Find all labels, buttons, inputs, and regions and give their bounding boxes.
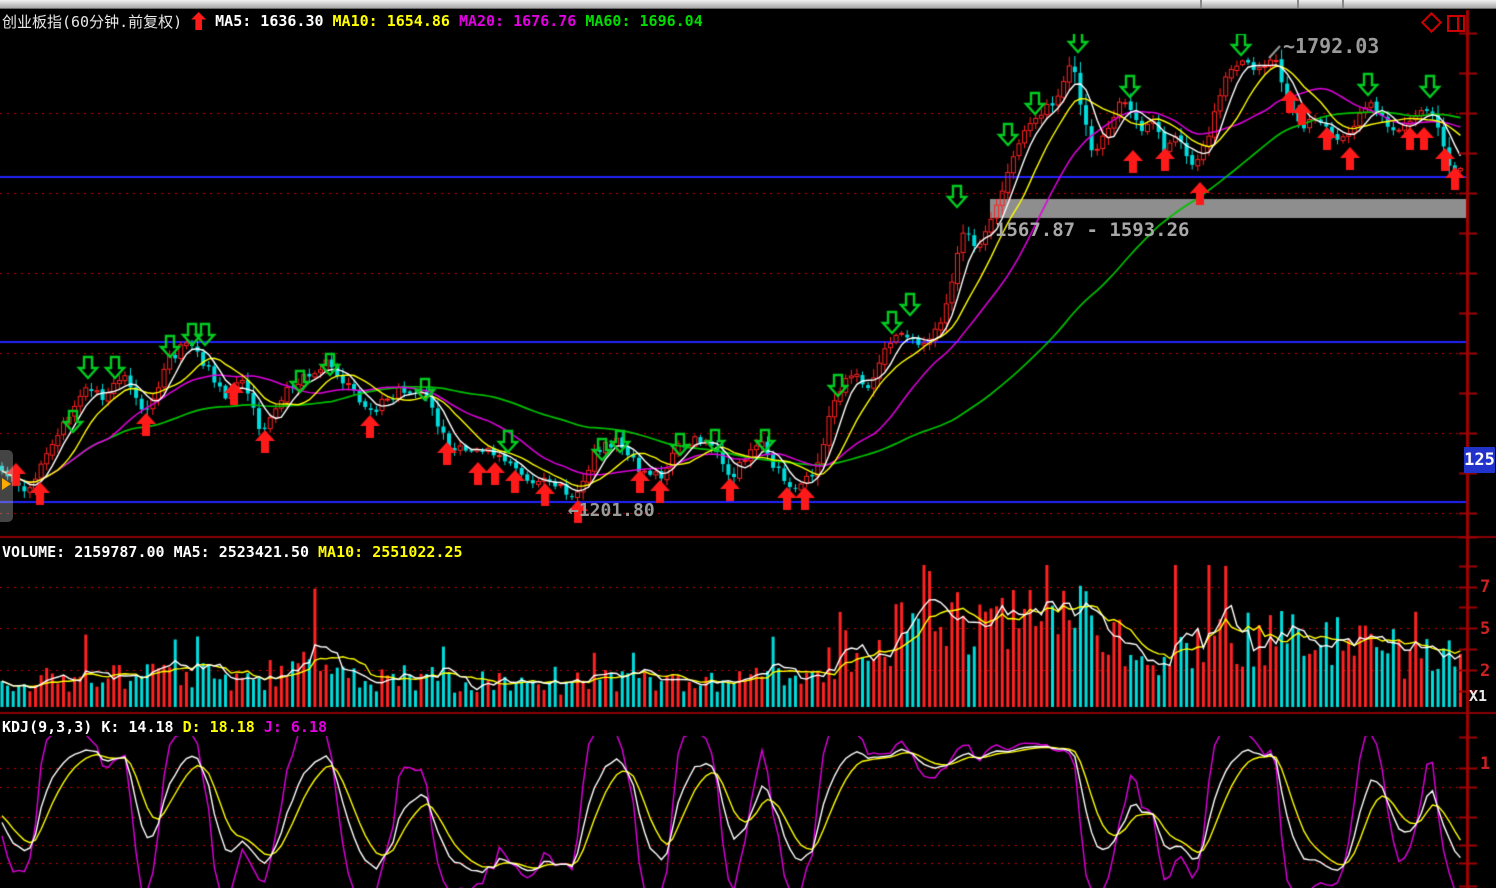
low-price-annotation: ←1201.80: [568, 500, 655, 521]
up-arrow-icon: [191, 12, 206, 30]
toolbar-separator: [1297, 0, 1299, 8]
instrument-title: 创业板指(60分钟.前复权): [2, 11, 182, 32]
volume-axis-label: 2: [1480, 661, 1490, 681]
chart-canvas[interactable]: [0, 0, 1496, 888]
chart-header: 创业板指(60分钟.前复权) MA5: 1636.30 MA10: 1654.8…: [2, 9, 703, 33]
volume-multiplier-label: X1: [1469, 687, 1487, 705]
ma60-value: MA60: 1696.04: [585, 12, 702, 30]
volume-header: VOLUME: 2159787.00 MA5: 2523421.50 MA10:…: [2, 541, 463, 563]
trading-app-window: { "header": { "title": "创业板指(60分钟.前复权)",…: [0, 0, 1496, 888]
volume-ma10-value: MA10: 2551022.25: [318, 543, 463, 561]
kdj-j-value: J: 6.18: [264, 718, 327, 736]
window-restore-icon[interactable]: [1447, 15, 1465, 32]
toolbar-strip: [0, 0, 1496, 9]
kdj-name: KDJ(9,3,3): [2, 718, 92, 736]
expand-arrow-icon: [2, 478, 11, 490]
window-icon-divider: [1457, 17, 1459, 30]
price-level-tag: 125: [1464, 447, 1495, 473]
volume-ma5-value: MA5: 2523421.50: [174, 543, 309, 561]
ma10-value: MA10: 1654.86: [333, 12, 450, 30]
support-range-annotation: 1567.87 - 1593.26: [995, 219, 1189, 241]
volume-axis-label: 5: [1480, 619, 1490, 639]
kdj-header: KDJ(9,3,3) K: 14.18 D: 18.18 J: 6.18: [2, 716, 327, 738]
kdj-d-value: D: 18.18: [183, 718, 255, 736]
kdj-axis-label: 1: [1480, 754, 1490, 774]
ma5-value: MA5: 1636.30: [215, 12, 323, 30]
kdj-k-value: K: 14.18: [101, 718, 173, 736]
panel-collapse-handle[interactable]: [0, 450, 13, 522]
volume-value: VOLUME: 2159787.00: [2, 543, 165, 561]
ma20-value: MA20: 1676.76: [459, 12, 576, 30]
toolbar-separator: [1342, 0, 1344, 8]
toolbar-separator: [1200, 0, 1202, 8]
volume-axis-label: 7: [1480, 577, 1490, 597]
peak-price-annotation: ~1792.03: [1283, 34, 1379, 58]
